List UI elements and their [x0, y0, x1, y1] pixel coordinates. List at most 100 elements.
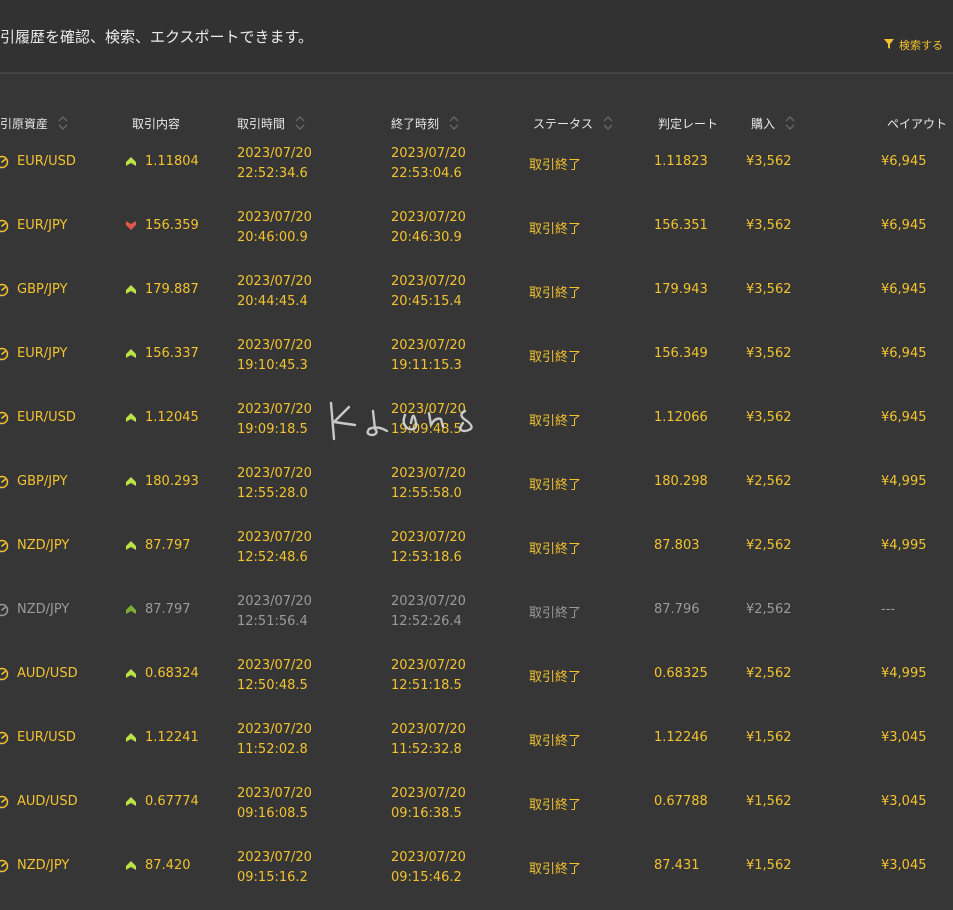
end-date: 2023/07/20 — [391, 338, 466, 353]
end-time-cell: 2023/07/20 09:16:38.5 — [391, 784, 466, 824]
entry-cell: 156.359 — [126, 218, 199, 233]
asset-cell: GBP/JPY — [0, 282, 68, 297]
divider — [0, 72, 953, 74]
asset-cell: NZD/JPY — [0, 858, 69, 873]
status-cell: 取引終了 — [529, 350, 582, 365]
gauge-icon — [0, 411, 9, 424]
judgement-rate-cell: 179.943 — [654, 282, 708, 297]
purchase-amount-cell: ¥2,562 — [746, 538, 792, 553]
start-date: 2023/07/20 — [237, 210, 312, 225]
table-row[interactable]: EUR/USD 1.11804 2023/07/20 22:52:34.6 2023/0… — [0, 142, 953, 206]
purchase-amount-cell: ¥1,562 — [746, 794, 792, 809]
end-time: 09:15:46.2 — [391, 870, 462, 885]
status-cell: 取引終了 — [529, 286, 582, 301]
up-arrow-icon — [126, 541, 136, 550]
end-time-cell: 2023/07/20 09:15:46.2 — [391, 848, 466, 888]
end-time-cell: 2023/07/20 22:53:04.6 — [391, 144, 466, 184]
table-row[interactable]: EUR/USD 1.12241 2023/07/20 11:52:02.8 2023/0… — [0, 718, 953, 782]
table-row[interactable]: GBP/JPY 180.293 2023/07/20 12:55:28.0 2023/0… — [0, 462, 953, 526]
asset-name: GBP/JPY — [17, 474, 68, 489]
end-date: 2023/07/20 — [391, 850, 466, 865]
start-time-cell: 2023/07/20 12:52:48.6 — [237, 528, 312, 568]
up-arrow-icon — [126, 669, 136, 678]
judgement-rate-cell: 1.12066 — [654, 410, 708, 425]
table-row[interactable]: NZD/JPY 87.797 2023/07/20 12:52:48.6 2023/07… — [0, 526, 953, 590]
end-date: 2023/07/20 — [391, 210, 466, 225]
purchase-amount-cell: ¥3,562 — [746, 218, 792, 233]
start-time-cell: 2023/07/20 12:51:56.4 — [237, 592, 312, 632]
start-time-cell: 2023/07/20 09:15:16.2 — [237, 848, 312, 888]
entry-rate: 179.887 — [145, 282, 199, 297]
entry-rate: 0.67774 — [145, 794, 199, 809]
start-time-cell: 2023/07/20 19:10:45.3 — [237, 336, 312, 376]
entry-rate: 156.337 — [145, 346, 199, 361]
gauge-icon — [0, 731, 9, 744]
status-cell: 取引終了 — [529, 862, 582, 877]
start-date: 2023/07/20 — [237, 146, 312, 161]
column-header-label: 取引時間 — [237, 116, 286, 131]
column-header-time[interactable]: 取引時間 — [237, 113, 305, 133]
search-button[interactable]: 検索する — [884, 37, 943, 53]
table-row[interactable]: NZD/JPY 87.797 2023/07/20 12:51:56.4 2023/07… — [0, 590, 953, 654]
status-cell: 取引終了 — [529, 414, 582, 429]
payout-cell: ¥6,945 — [881, 410, 927, 425]
table-row[interactable]: EUR/JPY 156.337 2023/07/20 19:10:45.3 2023/0… — [0, 334, 953, 398]
payout-cell: ¥4,995 — [881, 666, 927, 681]
entry-cell: 87.797 — [126, 538, 191, 553]
table-row[interactable]: AUD/USD 0.67774 2023/07/20 09:16:08.5 2023/0… — [0, 782, 953, 846]
end-time-cell: 2023/07/20 12:51:18.5 — [391, 656, 466, 696]
column-header-buy[interactable]: 購入 — [751, 113, 795, 133]
sort-icon — [603, 115, 613, 131]
asset-name: AUD/USD — [17, 666, 78, 681]
start-time: 12:52:48.6 — [237, 550, 308, 565]
entry-rate: 180.293 — [145, 474, 199, 489]
start-date: 2023/07/20 — [237, 466, 312, 481]
column-header-payout: ペイアウト — [887, 113, 947, 133]
entry-cell: 156.337 — [126, 346, 199, 361]
column-header-end[interactable]: 終了時刻 — [391, 113, 459, 133]
entry-cell: 87.797 — [126, 602, 191, 617]
start-time-cell: 2023/07/20 20:44:45.4 — [237, 272, 312, 312]
start-time-cell: 2023/07/20 12:50:48.5 — [237, 656, 312, 696]
filter-icon — [884, 38, 894, 52]
entry-cell: 180.293 — [126, 474, 199, 489]
up-arrow-icon — [126, 861, 136, 870]
up-arrow-icon — [126, 605, 136, 614]
start-date: 2023/07/20 — [237, 786, 312, 801]
start-time: 12:55:28.0 — [237, 486, 308, 501]
payout-cell: --- — [881, 602, 896, 617]
start-date: 2023/07/20 — [237, 722, 312, 737]
table-row[interactable]: EUR/JPY 156.359 2023/07/20 20:46:00.9 2023/0… — [0, 206, 953, 270]
up-arrow-icon — [126, 733, 136, 742]
table-row[interactable]: GBP/JPY 179.887 2023/07/20 20:44:45.4 2023/0… — [0, 270, 953, 334]
column-header-label: 購入 — [751, 116, 776, 131]
entry-cell: 179.887 — [126, 282, 199, 297]
start-date: 2023/07/20 — [237, 850, 312, 865]
entry-rate: 87.420 — [145, 858, 191, 873]
start-time: 09:16:08.5 — [237, 806, 308, 821]
start-time: 09:15:16.2 — [237, 870, 308, 885]
column-header-asset[interactable]: 引原資産 — [0, 113, 68, 133]
asset-cell: EUR/USD — [0, 410, 76, 425]
start-time-cell: 2023/07/20 20:46:00.9 — [237, 208, 312, 248]
table-row[interactable]: NZD/JPY 87.420 2023/07/20 09:15:16.2 2023/07… — [0, 846, 953, 910]
column-header-status[interactable]: ステータス — [533, 113, 613, 133]
gauge-icon — [0, 219, 9, 232]
purchase-amount-cell: ¥3,562 — [746, 346, 792, 361]
column-header-label: 取引内容 — [132, 116, 181, 131]
gauge-icon — [0, 603, 9, 616]
page-description: 引履歴を確認、検索、エクスポートできます。 — [0, 28, 314, 46]
column-header-label: 判定レート — [658, 116, 719, 131]
asset-cell: EUR/JPY — [0, 346, 67, 361]
entry-rate: 87.797 — [145, 602, 191, 617]
end-date: 2023/07/20 — [391, 530, 466, 545]
entry-rate: 1.11804 — [145, 154, 199, 169]
purchase-amount-cell: ¥1,562 — [746, 858, 792, 873]
end-time-cell: 2023/07/20 12:53:18.6 — [391, 528, 466, 568]
start-time-cell: 2023/07/20 09:16:08.5 — [237, 784, 312, 824]
judgement-rate-cell: 1.11823 — [654, 154, 708, 169]
column-header-rate: 判定レート — [658, 113, 718, 133]
table-row[interactable]: AUD/USD 0.68324 2023/07/20 12:50:48.5 2023/0… — [0, 654, 953, 718]
end-date: 2023/07/20 — [391, 658, 466, 673]
status-cell: 取引終了 — [529, 158, 582, 173]
